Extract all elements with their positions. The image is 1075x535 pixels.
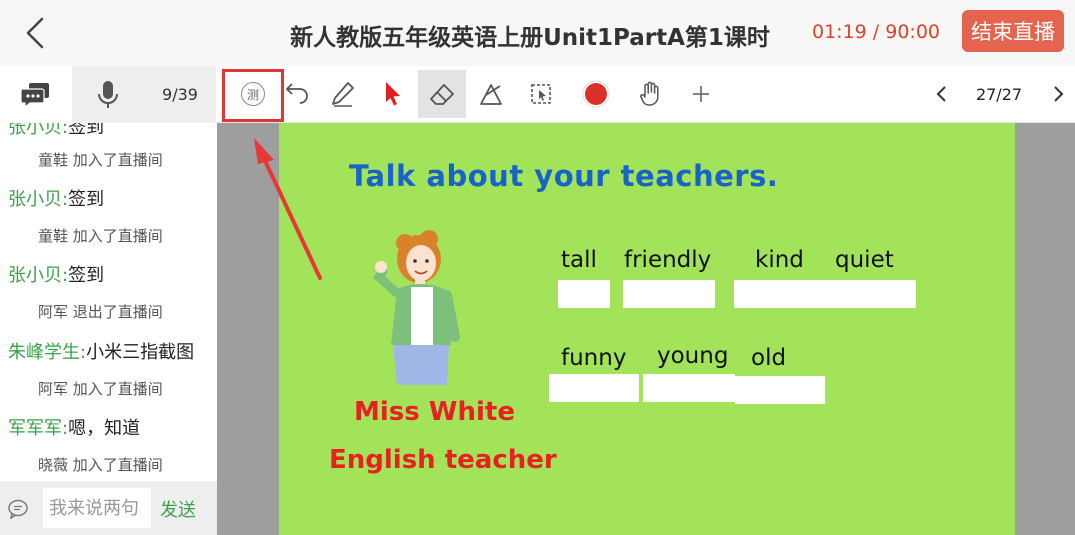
- chat-input-bar: 发送: [0, 481, 217, 535]
- chat-text: 小米三指截图: [86, 342, 195, 363]
- chat-input[interactable]: [43, 488, 151, 528]
- chat-message: 张小贝:签到: [8, 123, 217, 139]
- eraser-tool-button[interactable]: [418, 70, 466, 118]
- pen-tool-button[interactable]: [319, 70, 367, 118]
- vocab-word: old: [751, 345, 787, 371]
- teacher-name: Miss White: [354, 397, 515, 427]
- teacher-role: English teacher: [329, 445, 557, 475]
- answer-blank: [558, 280, 610, 308]
- header-bar: 新人教版五年级英语上册Unit1PartA第1课时 01:19 / 90:00 …: [0, 0, 1075, 66]
- select-tool-button[interactable]: [517, 70, 565, 118]
- pencil-icon: [332, 82, 354, 107]
- back-button[interactable]: [18, 14, 54, 52]
- lesson-title: 新人教版五年级英语上册Unit1PartA第1课时: [290, 25, 770, 51]
- area-select-icon: [531, 84, 551, 104]
- chat-sender: 张小贝:: [8, 123, 69, 138]
- toolbar: 9/39 测 27/27: [0, 66, 1075, 123]
- chevron-right-icon: [1054, 86, 1064, 102]
- undo-icon: [285, 83, 308, 104]
- end-live-button[interactable]: 结束直播: [962, 10, 1064, 52]
- microphone-tab[interactable]: [72, 66, 144, 123]
- participant-count[interactable]: 9/39: [144, 66, 216, 123]
- slide-canvas[interactable]: Talk about your teachers. tall friendly ki…: [279, 123, 1015, 535]
- live-timer: 01:19 / 90:00: [812, 21, 940, 43]
- microphone-icon: [98, 80, 118, 108]
- test-icon: 测: [241, 82, 265, 106]
- next-page-button[interactable]: [1034, 70, 1075, 118]
- answer-blank: [623, 280, 715, 308]
- hand-tool-button[interactable]: [627, 70, 675, 118]
- undo-button[interactable]: [273, 70, 321, 118]
- shape-tool-button[interactable]: [467, 70, 515, 118]
- slide-title: Talk about your teachers.: [349, 159, 779, 193]
- vocab-word: young: [657, 343, 729, 369]
- answer-blank: [549, 374, 639, 402]
- send-button[interactable]: 发送: [160, 496, 196, 522]
- answer-blank: [643, 374, 735, 402]
- chat-system-notice: 晓薇 加入了直播间: [38, 456, 163, 474]
- teacher-illustration: [373, 230, 460, 385]
- live-classroom: 新人教版五年级英语上册Unit1PartA第1课时 01:19 / 90:00 …: [0, 0, 1075, 535]
- chat-message: 军军军:嗯，知道: [8, 414, 217, 440]
- hand-icon: [640, 81, 659, 106]
- vocab-word: quiet: [835, 247, 894, 273]
- chat-message: 张小贝:签到: [8, 261, 217, 287]
- chat-sender: 朱峰学生:: [8, 342, 87, 363]
- page-indicator: 27/27: [975, 85, 1023, 104]
- chat-text: 嗯，知道: [68, 418, 141, 439]
- color-picker-button[interactable]: [572, 70, 620, 118]
- chat-message: 朱峰学生:小米三指截图: [8, 338, 217, 364]
- chat-sender: 军军军:: [8, 418, 69, 439]
- vocab-word: tall: [561, 247, 597, 273]
- eraser-icon: [430, 84, 454, 105]
- pointer-tool-button[interactable]: [369, 70, 417, 118]
- chat-sender: 张小贝:: [8, 189, 69, 210]
- chat-text: 签到: [68, 189, 105, 210]
- color-dot-icon: [582, 80, 610, 108]
- comment-icon[interactable]: [7, 498, 29, 520]
- annotation-arrow: [254, 138, 322, 280]
- chat-sender: 张小贝:: [8, 265, 69, 286]
- chevron-left-icon: [26, 17, 44, 49]
- chat-system-notice: 阿军 退出了直播间: [38, 303, 163, 321]
- chat-bubble-icon: [21, 82, 49, 108]
- chevron-left-icon: [936, 86, 946, 102]
- cursor-arrow-icon: [386, 82, 400, 106]
- chat-tab[interactable]: [0, 66, 72, 123]
- add-page-button[interactable]: [677, 70, 725, 118]
- chat-system-notice: 童鞋 加入了直播间: [38, 151, 163, 169]
- vocab-word: funny: [561, 345, 627, 371]
- slide-stage: Talk about your teachers. tall friendly ki…: [217, 123, 1075, 535]
- vocab-word: kind: [755, 247, 804, 273]
- chat-text: 签到: [68, 265, 105, 286]
- geometry-icon: [480, 84, 502, 105]
- answer-blank: [735, 376, 825, 404]
- answer-blank: [734, 280, 916, 308]
- chat-text: 签到: [68, 123, 105, 138]
- test-tool-button[interactable]: 测: [229, 70, 277, 118]
- plus-icon: [693, 86, 709, 102]
- prev-page-button[interactable]: [918, 70, 966, 118]
- chat-system-notice: 童鞋 加入了直播间: [38, 227, 163, 245]
- vocab-word: friendly: [624, 247, 712, 273]
- chat-panel: 张小贝:签到 童鞋 加入了直播间 张小贝:签到 童鞋 加入了直播间 张小贝:签到…: [0, 123, 217, 481]
- chat-system-notice: 阿军 加入了直播间: [38, 380, 163, 398]
- chat-message: 张小贝:签到: [8, 185, 217, 211]
